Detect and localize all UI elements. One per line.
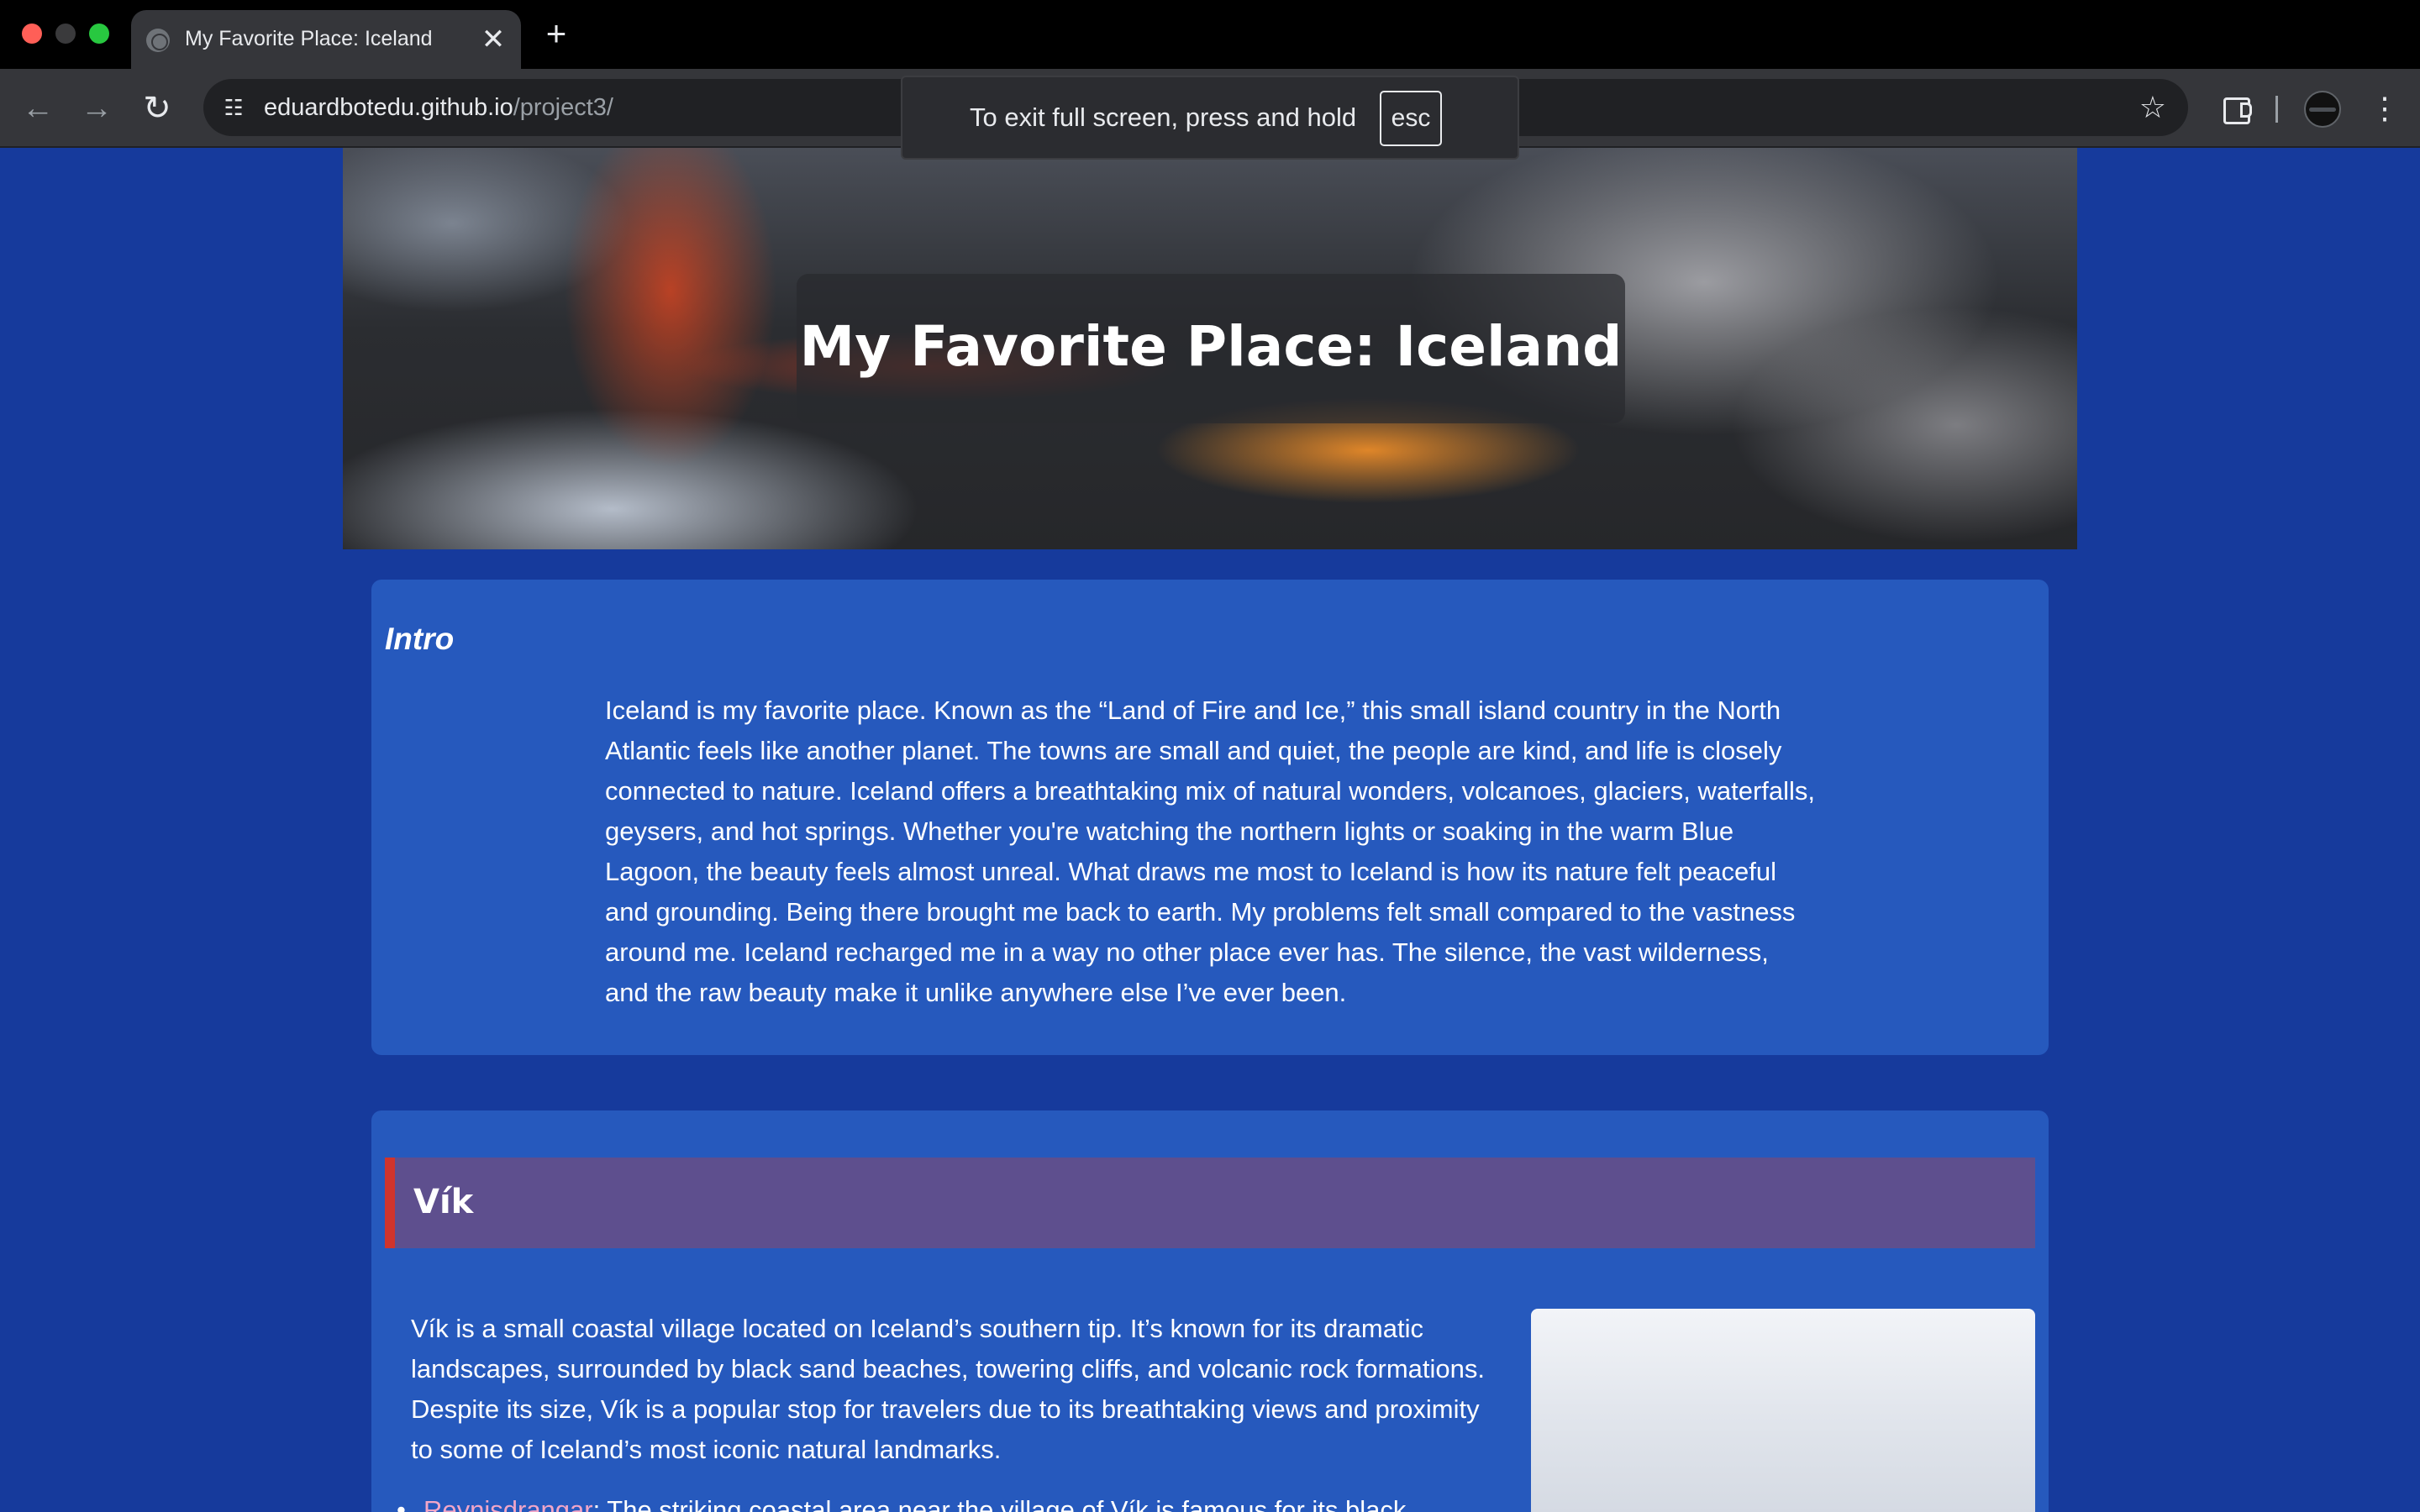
kebab-menu-icon[interactable]: ⋮ [2370, 87, 2400, 129]
vik-heading: Vík [413, 1183, 474, 1221]
vik-section: Vík Vík is a small coastal village locat… [371, 1110, 2049, 1512]
tab-strip: My Favorite Place: Iceland ✕ + [0, 0, 2420, 69]
profile-avatar-icon[interactable] [2304, 91, 2341, 128]
hero-banner-image: My Favorite Place: Iceland [343, 148, 2077, 549]
star-icon[interactable]: ☆ [2139, 87, 2166, 128]
list-item: • Reynisdrangar: The striking coastal are… [397, 1490, 1556, 1512]
reload-icon[interactable]: ↻ [136, 87, 178, 129]
browser-tab-active[interactable]: My Favorite Place: Iceland ✕ [131, 10, 521, 69]
url-text[interactable]: eduardbotedu.github.io/project3/ [264, 94, 613, 122]
close-window-button[interactable] [22, 24, 42, 44]
intro-paragraph: Iceland is my favorite place. Known as t… [605, 696, 1816, 1007]
reynisdrangar-link[interactable]: Reynisdrangar [424, 1495, 593, 1512]
minimize-window-button[interactable] [55, 24, 76, 44]
globe-icon [146, 29, 170, 52]
toolbar-divider [2275, 96, 2278, 123]
site-info-icon[interactable]: ☷ [217, 91, 250, 124]
hero-title-box: My Favorite Place: Iceland [797, 274, 1625, 423]
list-item-text: : The striking coastal area near the vil… [592, 1495, 1407, 1512]
bullet-icon: • [397, 1495, 406, 1512]
page-title: My Favorite Place: Iceland [799, 314, 1623, 379]
close-icon[interactable]: ✕ [477, 24, 509, 55]
url-path: /project3/ [513, 94, 613, 121]
fullscreen-window-button[interactable] [89, 24, 109, 44]
url-host: eduardbotedu.github.io [264, 94, 513, 121]
vik-photo [1531, 1309, 2035, 1512]
esc-key-label: esc [1380, 91, 1442, 146]
vik-heading-banner: Vík [385, 1158, 2035, 1248]
intro-section: Intro Iceland is my favorite place. Know… [371, 580, 2049, 1055]
fullscreen-notice-text: To exit full screen, press and hold [970, 102, 1357, 132]
intro-heading: Intro [385, 622, 455, 656]
vik-paragraph: Vík is a small coastal village located o… [411, 1314, 1486, 1464]
back-arrow-icon[interactable]: ← [17, 87, 59, 129]
plus-icon[interactable]: + [538, 15, 575, 52]
fullscreen-exit-notice: To exit full screen, press and hold esc [901, 76, 1519, 160]
vik-landmark-list: • Reynisdrangar: The striking coastal are… [397, 1490, 1556, 1512]
extensions-icon[interactable] [2215, 87, 2257, 129]
forward-arrow-icon[interactable]: → [76, 87, 118, 129]
tab-title: My Favorite Place: Iceland [185, 27, 433, 50]
